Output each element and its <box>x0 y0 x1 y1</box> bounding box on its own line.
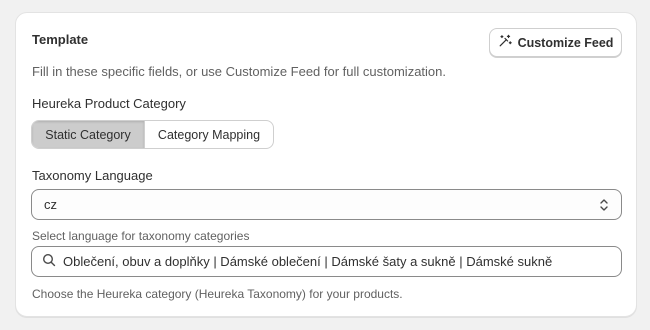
customize-feed-label: Customize Feed <box>517 35 614 50</box>
template-card: Template Customize Feed Fill in these sp… <box>15 12 637 317</box>
taxonomy-language-select[interactable]: cz <box>31 189 622 220</box>
taxonomy-language-help: Select language for taxonomy categories <box>32 229 250 243</box>
taxonomy-category-help: Choose the Heureka category (Heureka Tax… <box>32 287 403 301</box>
taxonomy-language-label: Taxonomy Language <box>32 168 153 183</box>
taxonomy-category-value: Oblečení, obuv a doplňky | Dámské obleče… <box>63 254 553 269</box>
card-title: Template <box>32 32 89 47</box>
category-mode-segmented-control: Static Category Category Mapping <box>31 120 274 149</box>
card-subtitle: Fill in these specific fields, or use Cu… <box>32 64 447 79</box>
chevron-up-down-icon <box>597 197 611 213</box>
magic-wand-icon <box>498 34 512 51</box>
taxonomy-category-search-input[interactable]: Oblečení, obuv a doplňky | Dámské obleče… <box>31 246 622 277</box>
taxonomy-language-value: cz <box>44 197 57 212</box>
category-section-label: Heureka Product Category <box>32 96 186 111</box>
static-category-tab[interactable]: Static Category <box>32 121 144 148</box>
customize-feed-button[interactable]: Customize Feed <box>489 28 622 57</box>
search-icon <box>42 253 63 270</box>
category-mapping-tab[interactable]: Category Mapping <box>144 121 273 148</box>
